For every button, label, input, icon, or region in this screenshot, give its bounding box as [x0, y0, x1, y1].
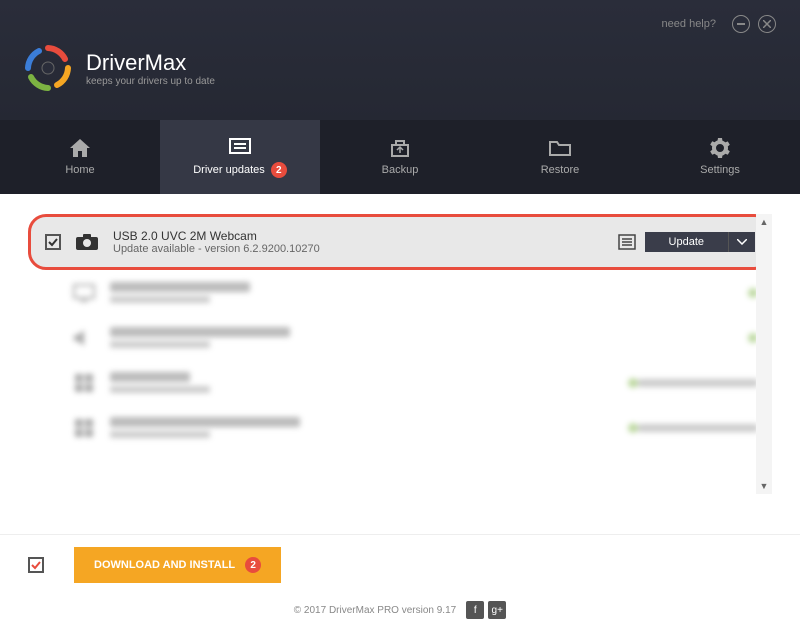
google-plus-icon[interactable]: g+ [488, 601, 506, 619]
update-button-label: Update [645, 232, 729, 252]
brand-subtitle: keeps your drivers up to date [86, 76, 215, 87]
nav-label: Settings [700, 164, 740, 176]
nav-label: Home [65, 164, 94, 176]
details-icon[interactable] [617, 233, 637, 251]
select-all-checkbox[interactable] [28, 557, 44, 573]
folder-icon [549, 138, 571, 158]
driver-status: Update available - version 6.2.9200.1027… [113, 243, 617, 255]
download-install-button[interactable]: DOWNLOAD AND INSTALL 2 [74, 547, 281, 583]
brand-title: DriverMax [86, 50, 215, 76]
nav-home[interactable]: Home [0, 120, 160, 194]
logo-icon [24, 44, 72, 92]
checkbox[interactable] [45, 234, 61, 250]
minimize-button[interactable] [732, 15, 750, 33]
driver-row-blurred [28, 270, 772, 315]
download-badge: 2 [245, 557, 261, 573]
nav-settings[interactable]: Settings [640, 120, 800, 194]
update-button[interactable]: Update [645, 232, 755, 252]
scroll-down-icon[interactable]: ▼ [756, 478, 772, 494]
scroll-up-icon[interactable]: ▲ [756, 214, 772, 230]
backup-icon [389, 138, 411, 158]
driver-row-blurred [28, 315, 772, 360]
nav-driver-updates[interactable]: Driver updates 2 [160, 120, 320, 194]
camera-icon [75, 232, 99, 252]
nav-restore[interactable]: Restore [480, 120, 640, 194]
nav-label: Restore [541, 164, 580, 176]
nav-label: Backup [382, 164, 419, 176]
monitor-icon [72, 283, 96, 303]
nav-backup[interactable]: Backup [320, 120, 480, 194]
driver-name: USB 2.0 UVC 2M Webcam [113, 229, 617, 243]
copyright-text: © 2017 DriverMax PRO version 9.17 [294, 605, 456, 616]
chevron-down-icon[interactable] [729, 232, 755, 252]
home-icon [69, 138, 91, 158]
list-icon [229, 136, 251, 156]
close-button[interactable] [758, 15, 776, 33]
scrollbar[interactable]: ▲ ▼ [756, 214, 772, 494]
download-button-label: DOWNLOAD AND INSTALL [94, 559, 235, 571]
driver-row-featured: USB 2.0 UVC 2M Webcam Update available -… [28, 214, 772, 270]
facebook-icon[interactable]: f [466, 601, 484, 619]
scroll-track[interactable] [756, 230, 772, 478]
driver-row-blurred [28, 360, 772, 405]
driver-row-blurred [28, 405, 772, 450]
updates-badge: 2 [271, 162, 287, 178]
main-nav: Home Driver updates 2 Backup Restore Set… [0, 120, 800, 194]
windows-icon [72, 373, 96, 393]
windows-icon [72, 418, 96, 438]
gear-icon [709, 138, 731, 158]
help-link[interactable]: need help? [662, 18, 716, 30]
nav-label: Driver updates [193, 164, 265, 176]
audio-icon [72, 328, 96, 348]
